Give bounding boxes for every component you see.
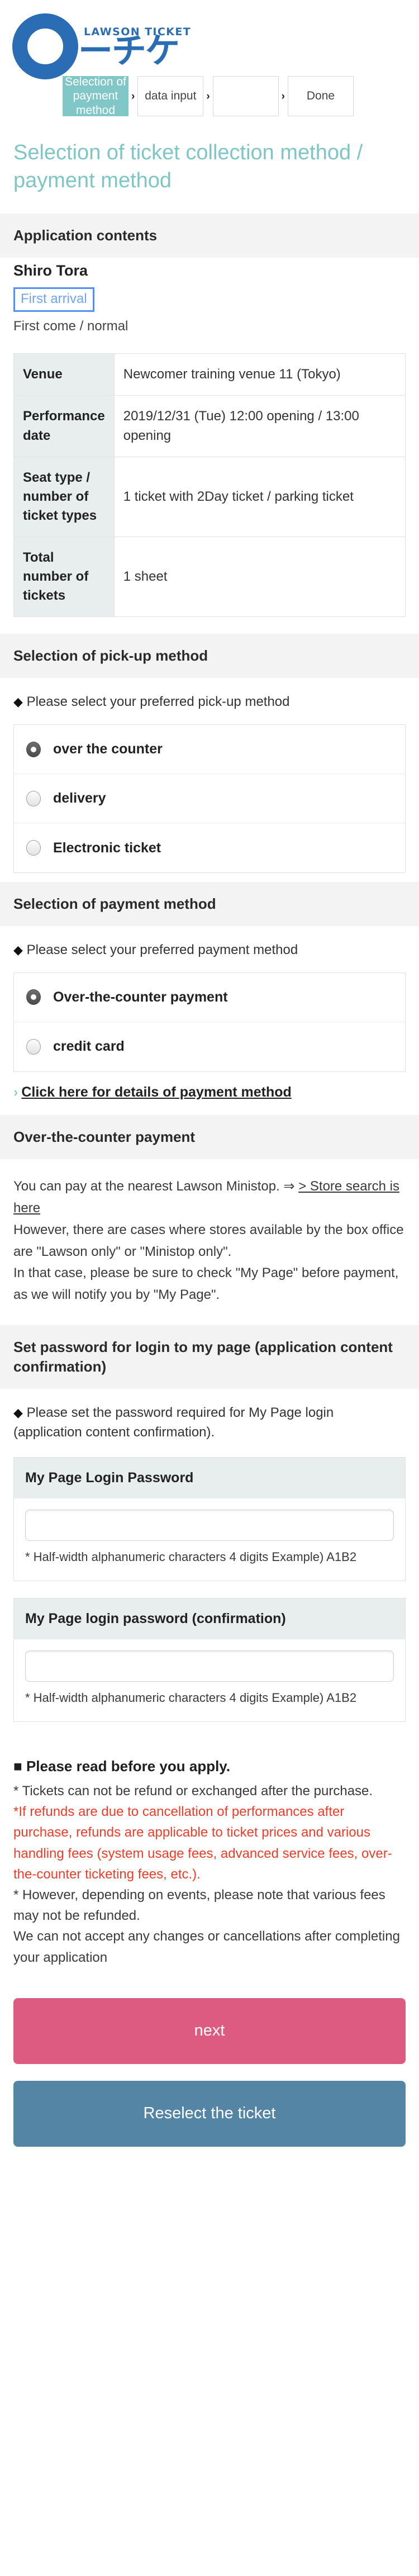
step-done[interactable]: Done [287,76,354,116]
square-bullet-icon: ■ [13,1758,22,1775]
password-prompt-text: Please set the password required for My … [13,1405,334,1440]
notice-title-text: Please read before you apply. [26,1758,231,1775]
step-payment-method[interactable]: Selection of payment method [63,75,128,117]
table-row: Venue Newcomer training venue 11 (Tokyo) [13,353,406,396]
password-field-label: My Page Login Password [14,1458,405,1499]
row-value: Newcomer training venue 11 (Tokyo) [113,353,406,396]
radio-icon[interactable] [26,790,41,807]
logo-katakana-text: ーチケ [78,30,180,71]
pickup-options-group: over the counter delivery Electronic tic… [13,724,406,873]
diamond-icon: ◆ [13,943,23,957]
row-value: 1 ticket with 2Day ticket / parking tick… [113,456,406,537]
event-name: Shiro Tora [13,262,88,279]
radio-icon[interactable] [26,989,41,1005]
password-confirm-field-label: My Page login password (confirmation) [14,1598,405,1640]
table-row: Seat type / number of ticket types 1 tic… [13,456,406,537]
radio-icon[interactable] [26,840,41,856]
notice-line-warning: *If refunds are due to cancellation of p… [13,1804,392,1882]
password-input[interactable] [25,1510,394,1541]
option-label: credit card [53,1038,125,1055]
section-pickup-method: Selection of pick-up method [0,634,419,679]
status-badge: First arrival [13,287,94,312]
payment-prompt-text: Please select your preferred payment met… [26,942,298,958]
table-row: Total number of tickets 1 sheet [13,536,406,618]
badge-subtitle: First come / normal [13,319,128,334]
pickup-option-electronic-ticket[interactable]: Electronic ticket [14,823,405,872]
option-label: Electronic ticket [53,839,161,856]
chevron-right-icon: › [281,90,285,102]
password-hint: * Half-width alphanumeric characters 4 d… [25,1550,357,1564]
progress-steps: Selection of payment method › data input… [0,73,419,130]
radio-icon[interactable] [26,1038,41,1055]
password-prompt: ◆ Please set the password required for M… [0,1389,419,1455]
step-data-input[interactable]: data input [137,76,204,116]
counter-payment-line3: In that case, please be sure to check "M… [13,1265,399,1303]
application-details-table: Venue Newcomer training venue 11 (Tokyo)… [13,353,406,618]
step-blank[interactable] [212,76,279,116]
payment-details-link-row: › Click here for details of payment metho… [0,1081,419,1115]
notice-line: * Tickets can not be refund or exchanged… [13,1783,373,1799]
notice-line: * However, depending on events, please n… [13,1887,385,1924]
pickup-prompt: ◆ Please select your preferred pick-up m… [0,678,419,724]
password-field-body: * Half-width alphanumeric characters 4 d… [14,1498,405,1581]
section-over-the-counter-payment: Over-the-counter payment [0,1114,419,1159]
option-label: over the counter [53,741,163,757]
page-title: Selection of ticket collection method / … [13,141,363,193]
password-confirm-input[interactable] [25,1650,394,1682]
password-confirm-field-card: My Page login password (confirmation) * … [13,1598,406,1723]
password-field-card: My Page Login Password * Half-width alph… [13,1457,406,1582]
radio-icon[interactable] [26,741,41,757]
section-payment-method: Selection of payment method [0,882,419,927]
row-header: Total number of tickets [13,536,115,618]
row-header: Performance date [13,395,115,457]
diamond-icon: ◆ [13,1406,23,1420]
payment-details-link[interactable]: Click here for details of payment method [21,1084,291,1100]
row-value: 2019/12/31 (Tue) 12:00 opening / 13:00 o… [113,395,406,457]
password-confirm-hint: * Half-width alphanumeric characters 4 d… [25,1691,357,1705]
reselect-ticket-button[interactable]: Reselect the ticket [13,2080,406,2147]
pickup-option-delivery[interactable]: delivery [14,774,405,823]
counter-payment-line2: However, there are cases where stores av… [13,1222,404,1259]
notice-line: We can not accept any changes or cancell… [13,1929,400,1965]
payment-prompt: ◆ Please select your preferred payment m… [0,926,419,972]
payment-option-credit-card[interactable]: credit card [14,1022,405,1071]
chevron-right-icon: › [13,1084,18,1100]
application-notice: ■ Please read before you apply. * Ticket… [0,1739,419,1979]
counter-payment-description: You can pay at the nearest Lawson Minist… [0,1159,419,1325]
next-button[interactable]: next [13,1998,406,2064]
section-application-contents: Application contents [0,214,419,258]
option-label: Over-the-counter payment [53,989,228,1005]
site-header: LAWSON TICKET ーチケ [0,0,419,79]
payment-option-over-the-counter[interactable]: Over-the-counter payment [14,973,405,1022]
chevron-right-icon: › [131,90,135,102]
counter-payment-line1-prefix: You can pay at the nearest Lawson Minist… [13,1178,299,1194]
option-label: delivery [53,790,106,806]
action-buttons: next Reselect the ticket [0,1979,419,2186]
table-row: Performance date 2019/12/31 (Tue) 12:00 … [13,395,406,457]
row-header: Seat type / number of ticket types [13,456,115,537]
diamond-icon: ◆ [13,695,23,709]
payment-options-group: Over-the-counter payment credit card [13,972,406,1072]
pickup-option-over-the-counter[interactable]: over the counter [14,725,405,774]
pickup-prompt-text: Please select your preferred pick-up met… [26,694,290,710]
notice-title: ■ Please read before you apply. [13,1758,406,1775]
logo-ring-icon [12,13,78,79]
password-confirm-field-body: * Half-width alphanumeric characters 4 d… [14,1639,405,1722]
chevron-right-icon: › [206,90,210,102]
lawson-ticket-logo[interactable]: LAWSON TICKET ーチケ [12,10,197,79]
section-set-password: Set password for login to my page (appli… [0,1325,419,1389]
row-value: 1 sheet [113,536,406,618]
row-header: Venue [13,353,115,396]
